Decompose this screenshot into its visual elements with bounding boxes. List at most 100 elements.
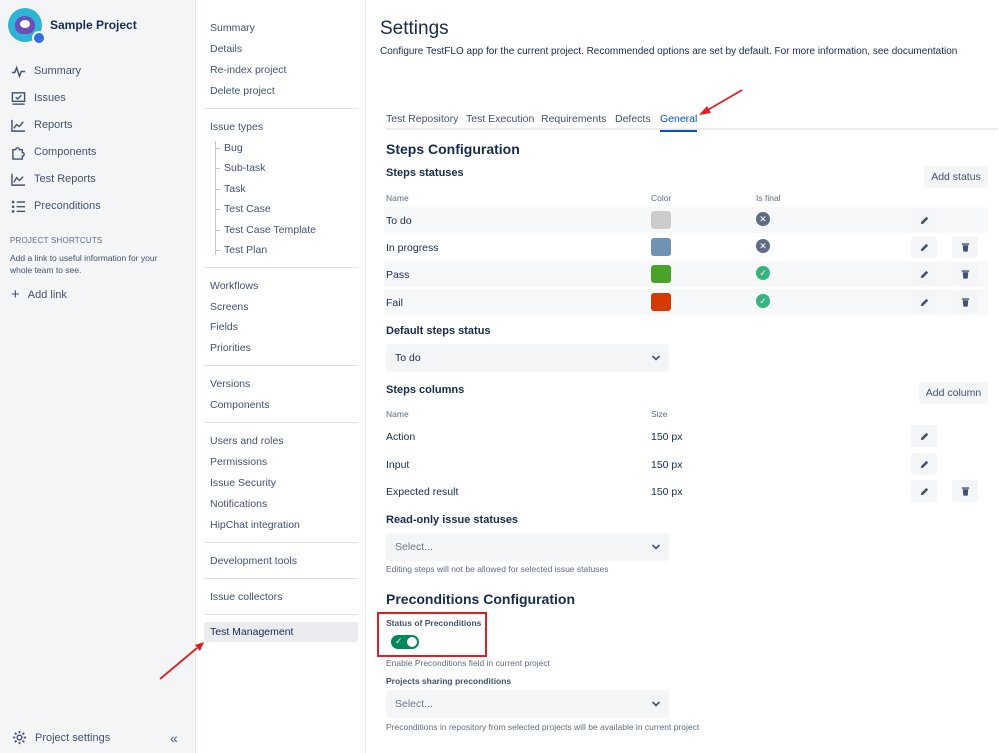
delete-status-button[interactable]	[952, 236, 978, 258]
default-status-title: Default steps status	[386, 325, 491, 337]
chart-icon	[10, 171, 26, 187]
edit-status-button[interactable]	[911, 291, 937, 313]
add-link-button[interactable]: + Add link	[10, 286, 67, 303]
edit-column-button[interactable]	[911, 453, 937, 475]
reports-icon	[10, 117, 26, 133]
sidebar-item-test-reports[interactable]: Test Reports	[10, 169, 96, 189]
settings-nav-users-roles[interactable]: Users and roles	[210, 434, 284, 448]
status-name: Fail	[386, 297, 403, 309]
collapse-sidebar-button[interactable]: «	[170, 730, 178, 746]
settings-nav-versions[interactable]: Versions	[210, 377, 250, 391]
add-column-button[interactable]: Add column	[919, 382, 988, 404]
sidebar-item-label: Components	[34, 146, 97, 158]
status-name: To do	[386, 215, 412, 227]
column-name: Action	[386, 431, 416, 443]
settings-nav-workflows[interactable]: Workflows	[210, 279, 258, 293]
settings-nav-summary[interactable]: Summary	[210, 21, 255, 35]
pencil-icon	[920, 298, 928, 306]
preconditions-status-label: Status of Preconditions	[386, 618, 482, 628]
delete-status-button[interactable]	[952, 291, 978, 313]
column-header-is-final: Is final	[756, 193, 781, 203]
settings-nav-screens[interactable]: Screens	[210, 300, 249, 314]
pencil-icon	[920, 270, 928, 278]
settings-nav-hipchat[interactable]: HipChat integration	[210, 518, 300, 532]
tab-defects[interactable]: Defects	[615, 113, 651, 130]
add-status-button[interactable]: Add status	[924, 166, 988, 188]
sidebar-item-summary[interactable]: Summary	[10, 61, 81, 81]
shortcuts-description: Add a link to useful information for you…	[10, 253, 158, 275]
tab-test-execution[interactable]: Test Execution	[466, 113, 534, 130]
list-icon	[10, 198, 26, 214]
settings-nav-subtask[interactable]: Sub-task	[214, 161, 265, 175]
divider	[204, 267, 358, 268]
chevron-down-icon	[651, 544, 661, 550]
settings-nav-notifications[interactable]: Notifications	[210, 497, 267, 511]
delete-status-button[interactable]	[952, 263, 978, 285]
settings-nav-components[interactable]: Components	[210, 398, 270, 412]
divider	[204, 108, 358, 109]
pencil-icon	[920, 432, 928, 440]
settings-nav-test-case-template[interactable]: Test Case Template	[214, 223, 316, 237]
sidebar-item-components[interactable]: Components	[10, 142, 96, 162]
settings-nav-reindex[interactable]: Re-index project	[210, 63, 286, 77]
sidebar-item-label: Summary	[34, 65, 82, 77]
tab-test-repository[interactable]: Test Repository	[386, 113, 458, 130]
settings-nav-dev-tools[interactable]: Development tools	[210, 554, 297, 568]
settings-nav-issue-collectors[interactable]: Issue collectors	[210, 590, 282, 604]
tree-line	[215, 141, 216, 255]
divider	[204, 578, 358, 579]
readonly-statuses-select[interactable]: Select...	[386, 533, 669, 561]
chevron-down-icon	[651, 355, 661, 361]
readonly-statuses-title: Read-only issue statuses	[386, 514, 519, 526]
edit-column-button[interactable]	[911, 480, 937, 502]
column-header-color: Color	[651, 193, 672, 203]
trash-icon	[961, 486, 969, 496]
settings-nav-test-case[interactable]: Test Case	[215, 202, 271, 216]
final-check-icon: ✓	[756, 266, 770, 280]
project-header[interactable]: Sample Project	[8, 8, 137, 45]
tabs: Test Repository Test Execution Requireme…	[386, 113, 998, 132]
tab-general[interactable]: General	[660, 113, 698, 132]
page-title: Settings	[380, 18, 449, 39]
settings-nav-fields[interactable]: Fields	[210, 320, 238, 334]
table-row	[384, 261, 988, 287]
edit-status-button[interactable]	[911, 263, 937, 285]
delete-column-button[interactable]	[952, 480, 978, 502]
edit-column-button[interactable]	[911, 425, 937, 447]
pencil-icon	[920, 243, 928, 251]
not-final-icon: ✕	[756, 212, 770, 226]
settings-nav-priorities[interactable]: Priorities	[210, 341, 251, 355]
settings-nav-bug[interactable]: Bug	[215, 141, 243, 155]
column-name: Expected result	[386, 486, 459, 498]
sidebar-item-label: Preconditions	[34, 200, 101, 212]
trash-icon	[961, 297, 969, 307]
projects-sharing-select[interactable]: Select...	[386, 690, 669, 718]
edit-status-button[interactable]	[911, 209, 937, 231]
preconditions-toggle[interactable]: ✓	[391, 635, 419, 649]
column-header-size: Size	[651, 409, 668, 419]
column-name: Input	[386, 459, 410, 471]
settings-nav-issue-security[interactable]: Issue Security	[210, 476, 276, 490]
sidebar-item-reports[interactable]: Reports	[10, 115, 73, 135]
settings-nav-details[interactable]: Details	[210, 42, 242, 56]
sidebar-item-issues[interactable]: Issues	[10, 88, 66, 108]
sidebar-item-preconditions[interactable]: Preconditions	[10, 196, 101, 216]
settings-nav-issue-types[interactable]: Issue types	[210, 120, 263, 134]
projects-sharing-label: Projects sharing preconditions	[386, 676, 512, 686]
select-placeholder: Select...	[395, 698, 433, 710]
settings-nav-test-plan[interactable]: Test Plan	[214, 243, 267, 257]
default-status-select[interactable]: To do	[386, 344, 669, 372]
edit-status-button[interactable]	[911, 236, 937, 258]
status-color-swatch	[651, 265, 671, 283]
settings-nav-permissions[interactable]: Permissions	[210, 455, 267, 469]
trash-icon	[961, 242, 969, 252]
status-name: In progress	[386, 242, 439, 254]
tab-requirements[interactable]: Requirements	[541, 113, 606, 130]
settings-nav-test-management[interactable]: Test Management	[204, 622, 358, 642]
final-check-icon: ✓	[756, 294, 770, 308]
settings-nav-task[interactable]: Task	[215, 182, 246, 196]
add-link-label: Add link	[27, 288, 67, 301]
project-settings-link[interactable]: Project settings	[12, 730, 110, 745]
status-name: Pass	[386, 269, 410, 281]
settings-nav-delete[interactable]: Delete project	[210, 84, 275, 98]
